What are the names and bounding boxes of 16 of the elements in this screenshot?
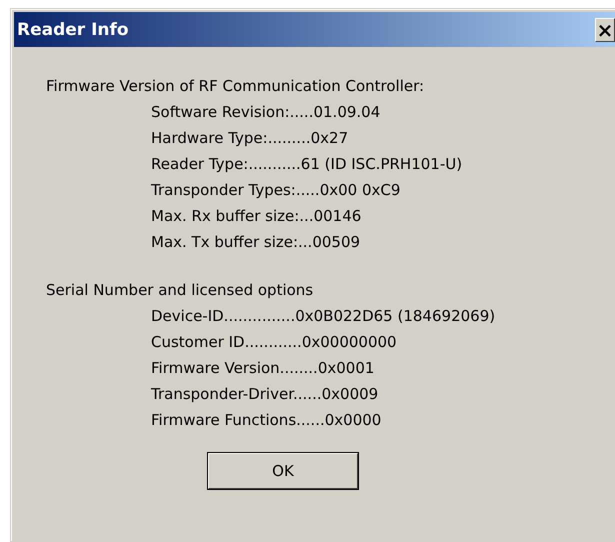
window-title: Reader Info — [17, 20, 129, 40]
info-line: Device-ID...............0x0B022D65 (184692069) — [151, 306, 496, 327]
info-line: Max. Rx buffer size:...00146 — [151, 206, 362, 227]
ok-button[interactable]: OK — [208, 453, 358, 489]
info-line: Hardware Type:.........0x27 — [151, 128, 348, 149]
info-line: Transponder Types:.....0x00 0xC9 — [151, 180, 400, 201]
info-line: Transponder-Driver......0x0009 — [151, 384, 378, 405]
section-heading: Serial Number and licensed options — [46, 280, 314, 301]
info-line: Max. Tx buffer size:...00509 — [151, 232, 360, 253]
info-line: Firmware Functions......0x0000 — [151, 410, 382, 431]
info-line: Firmware Version........0x0001 — [151, 358, 374, 379]
info-line: Customer ID............0x00000000 — [151, 332, 397, 353]
info-line: Software Revision:.....01.09.04 — [151, 102, 380, 123]
close-button[interactable]: × — [595, 18, 615, 42]
section-heading: Firmware Version of RF Communication Controller: — [46, 76, 424, 97]
info-line: Reader Type:...........61 (ID ISC.PRH101-U) — [151, 154, 462, 175]
